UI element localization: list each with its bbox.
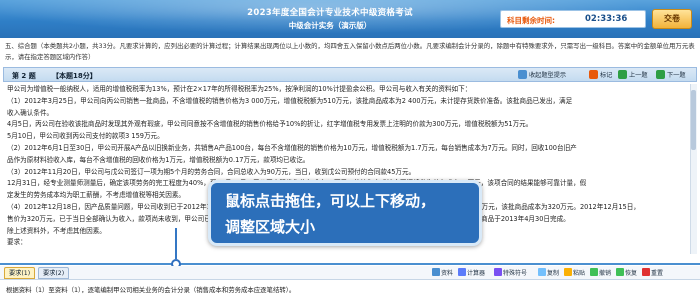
- copy-label: 复制: [547, 270, 560, 277]
- calculator-label: 计算器: [467, 270, 486, 277]
- reset-label: 重置: [651, 270, 664, 277]
- special-symbol-button[interactable]: 特殊符号: [494, 268, 527, 279]
- prev-icon: [618, 70, 627, 79]
- paste-button[interactable]: 粘贴: [564, 268, 585, 279]
- answer-prompt: 根据资料（1）至资料（1），逐笔编制甲公司相关业务的会计分录（销售成本和劳务成本…: [6, 286, 296, 294]
- body-line: 甲公司为增值税一般纳税人，适用的增值税税率为13%，预计在2×17年的所得税税率…: [7, 85, 472, 93]
- question-number: 第 2 题: [12, 72, 36, 80]
- timer-label: 科目剩余时间:: [507, 16, 555, 25]
- redo-button[interactable]: 恢复: [616, 268, 637, 279]
- collapse-icon: [518, 70, 527, 79]
- timer-box: 科目剩余时间: 02:33:36: [500, 10, 646, 28]
- body-line: 5月10日，甲公司收到丙公司支付的款项3 159万元。: [7, 132, 164, 141]
- resize-tooltip: 鼠标点击拖住，可以上下移动， 调整区域大小: [208, 180, 482, 246]
- special-symbol-label: 特殊符号: [503, 270, 528, 277]
- flag-icon: [589, 70, 598, 79]
- undo-label: 撤销: [599, 270, 612, 277]
- exam-title: 2023年度全国会计专业技术中级资格考试: [247, 8, 413, 18]
- paste-label: 粘贴: [573, 270, 586, 277]
- calculator-icon: [458, 268, 466, 276]
- reset-icon: [642, 268, 650, 276]
- answer-tabbar: 要求(1) 要求(2) 资料 计算器 特殊符号 复制 粘贴 撤销 恢复 重置: [0, 266, 700, 280]
- tooltip-pointer: [175, 228, 177, 259]
- timer-value: 02:33:36: [585, 14, 628, 24]
- body-line: 品作为原材料验收入库，每台不含增值税的回收价格为1万元，增值税税额为0.17万元…: [7, 155, 310, 164]
- exam-header: 2023年度全国会计专业技术中级资格考试 中级会计实务（演示版） 科目剩余时间:…: [0, 0, 700, 38]
- mark-label: 标记: [600, 72, 613, 79]
- undo-icon: [590, 268, 598, 276]
- material-icon: [432, 268, 440, 276]
- question-scroll-thumb[interactable]: [691, 90, 696, 150]
- body-line: 收入确认条件。: [7, 108, 54, 117]
- calculator-button[interactable]: 计算器: [458, 268, 485, 279]
- question-score: 【本题18分】: [52, 72, 97, 80]
- tooltip-line-2: 调整区域大小: [225, 218, 316, 236]
- tooltip-line-1: 鼠标点击拖住，可以上下移动，: [225, 192, 436, 210]
- material-label: 资料: [441, 270, 454, 277]
- mark-button[interactable]: 标记: [589, 70, 612, 81]
- tab-requirement-1[interactable]: 要求(1): [4, 267, 36, 279]
- copy-icon: [538, 268, 546, 276]
- prev-question-label: 上一题: [629, 72, 648, 79]
- symbol-icon: [494, 268, 502, 276]
- exam-subject: 中级会计实务（演示版）: [288, 21, 372, 30]
- resize-splitter[interactable]: [0, 263, 700, 265]
- redo-label: 恢复: [625, 270, 638, 277]
- material-button[interactable]: 资料: [432, 268, 453, 279]
- collapse-hint-button[interactable]: 收起题型提示: [518, 70, 566, 81]
- next-question-label: 下一题: [667, 72, 686, 79]
- question-bar: 第 2 题 【本题18分】 收起题型提示 标记 上一题 下一题: [3, 67, 697, 82]
- submit-button[interactable]: 交卷: [652, 9, 692, 29]
- copy-button[interactable]: 复制: [538, 268, 559, 279]
- prev-question-button[interactable]: 上一题: [618, 70, 648, 81]
- paste-icon: [564, 268, 572, 276]
- body-line: （2）2012年6月1日至30日，甲公司开展A产品以旧换新业务，共销售A产品10…: [7, 143, 577, 152]
- collapse-hint-label: 收起题型提示: [529, 72, 567, 79]
- next-icon: [656, 70, 665, 79]
- redo-icon: [616, 268, 624, 276]
- undo-button[interactable]: 撤销: [590, 268, 611, 279]
- body-line: 4月5日，丙公司在验收该批商品时发现其外观有瑕疵，甲公司同意按不含增值税的销售价…: [7, 120, 533, 129]
- body-line: （1）2012年3月25日，甲公司向丙公司销售一批商品，不含增值税的销售价格为3…: [7, 96, 573, 105]
- reset-button[interactable]: 重置: [642, 268, 663, 279]
- body-line: （3）2012年11月20日，甲公司与戊公司签订一项为期5个月的劳务合同，合同总…: [7, 167, 416, 176]
- section-instructions: 五、综合题（本类题共2小题，共33分。凡要求计算的，应列出必要的计算过程；计算结…: [5, 42, 695, 61]
- tab-requirement-2[interactable]: 要求(2): [38, 267, 70, 279]
- next-question-button[interactable]: 下一题: [656, 70, 686, 81]
